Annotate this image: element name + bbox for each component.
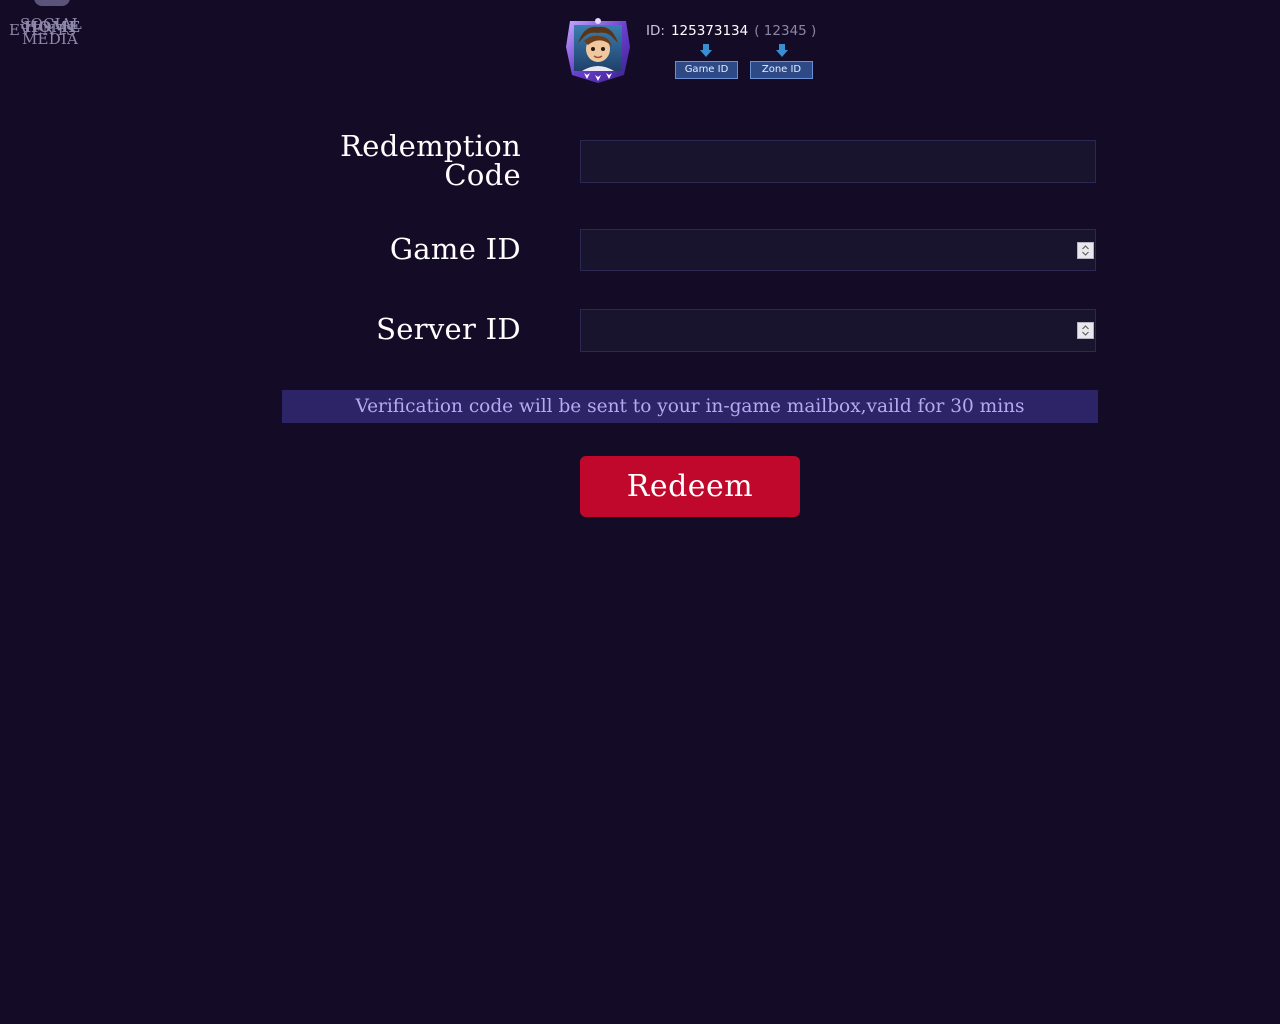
id-prefix: ID: (646, 23, 665, 39)
server-id-field[interactable] (580, 309, 1096, 352)
number-spinner-icon[interactable] (1077, 242, 1094, 259)
id-game-value: 125373134 (670, 23, 749, 39)
arrow-down-icon (699, 43, 713, 57)
top-nav: SOCIAL EVENTS HOME MEDIA (0, 0, 100, 50)
game-id-input[interactable] (581, 230, 1095, 270)
redemption-code-input[interactable] (581, 141, 1095, 182)
id-hint: ID: 125373134 ( 12345 ) Game ID Zone ID (564, 17, 824, 87)
id-line: ID: 125373134 ( 12345 ) (646, 23, 816, 39)
zone-id-badge: Zone ID (750, 61, 813, 79)
hero-avatar-icon (564, 17, 632, 85)
number-spinner-icon[interactable] (1077, 322, 1094, 339)
redeem-page: SOCIAL EVENTS HOME MEDIA ID: 125373134 (… (0, 0, 1280, 1024)
id-zone-value: ( 12345 ) (754, 23, 817, 39)
nav-icon (34, 0, 70, 6)
server-id-label: Server ID (376, 312, 521, 346)
arrow-down-icon (775, 43, 789, 57)
game-id-label: Game ID (389, 232, 521, 266)
redemption-code-label: Redemption Code (340, 129, 521, 192)
server-id-input[interactable] (581, 310, 1095, 351)
game-id-field[interactable] (580, 229, 1096, 271)
redeem-button[interactable]: Redeem (580, 456, 800, 517)
game-id-badge: Game ID (675, 61, 738, 79)
verification-notice: Verification code will be sent to your i… (282, 390, 1098, 423)
redemption-code-field[interactable] (580, 140, 1096, 183)
nav-media-link[interactable]: MEDIA (22, 32, 78, 47)
